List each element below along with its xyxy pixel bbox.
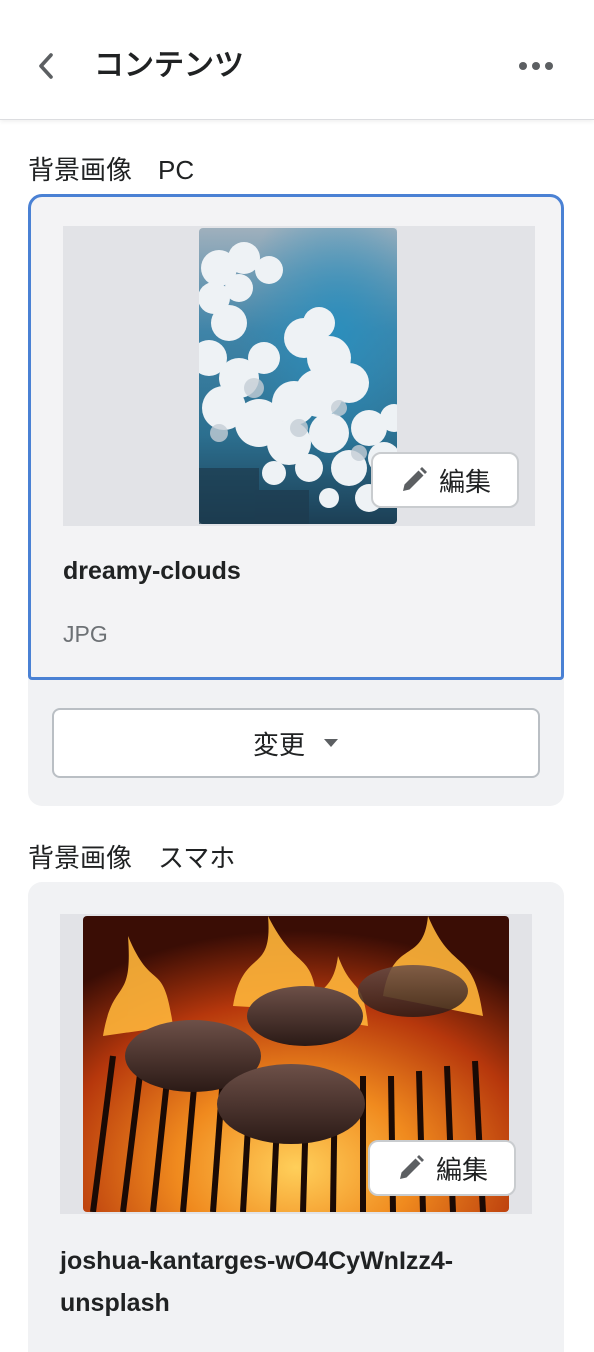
image-preview-sp: 編集 (60, 914, 532, 1214)
file-type-pc: JPG (63, 621, 108, 647)
caret-down-icon (324, 739, 338, 747)
change-label: 変更 (252, 729, 305, 760)
clouds-image (199, 228, 397, 524)
edit-image-button-pc[interactable]: 編集 (371, 452, 519, 508)
file-name-sp: joshua-kantarges-wO4CyWnIzz4- unsplash (60, 1240, 453, 1324)
page-title: コンテンツ (94, 49, 244, 82)
image-card-sp[interactable]: 編集 joshua-kantarges-wO4CyWnIzz4- unsplas… (28, 882, 564, 1352)
edit-image-button-sp[interactable]: 編集 (368, 1140, 516, 1196)
back-button[interactable] (26, 44, 66, 88)
section-label-sp: 背景画像 スマホ (28, 843, 236, 873)
image-preview-pc: 編集 (63, 226, 535, 526)
more-actions-button[interactable] (510, 46, 562, 86)
image-card-pc: 編集 dreamy-clouds JPG 変更 (28, 194, 564, 806)
file-name-line-2: unsplash (60, 1289, 170, 1317)
file-name-line-1: joshua-kantarges-wO4CyWnIzz4- (60, 1247, 454, 1275)
file-name-pc: dreamy-clouds (63, 557, 241, 585)
edit-label: 編集 (438, 466, 491, 497)
pencil-icon (402, 467, 427, 491)
pencil-icon (399, 1155, 424, 1179)
chevron-left-icon (39, 53, 53, 79)
section-label-pc: 背景画像 PC (28, 155, 195, 185)
image-picker-pc[interactable]: 編集 dreamy-clouds JPG (28, 194, 564, 680)
top-bar: コンテンツ (0, 0, 594, 120)
more-horizontal-icon (519, 62, 553, 70)
edit-label: 編集 (435, 1154, 488, 1185)
change-image-button[interactable]: 変更 (52, 708, 540, 778)
